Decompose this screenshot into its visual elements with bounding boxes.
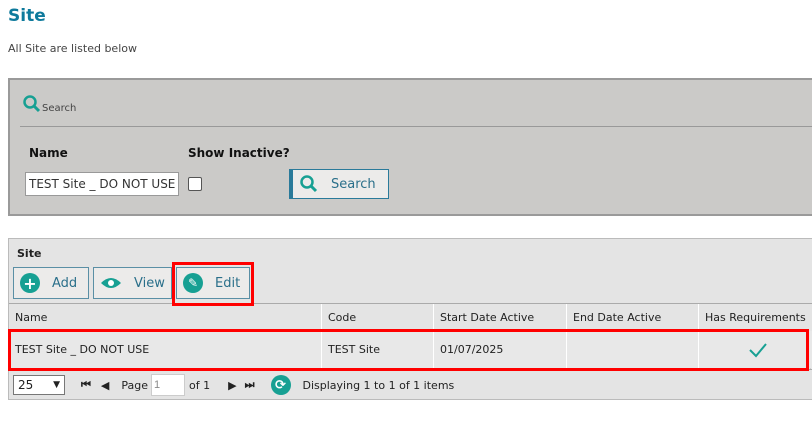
search-header: Search (22, 94, 76, 114)
prev-page-icon[interactable]: ◀ (101, 379, 109, 392)
next-page-icon[interactable]: ▶ (228, 379, 236, 392)
pager: 25 ▼ ⏮ ◀ Page of 1 ▶ ⏭ ⟳ Displaying 1 to … (9, 369, 812, 400)
search-button-label: Search (331, 176, 376, 192)
column-header-end-date[interactable]: End Date Active (566, 304, 698, 331)
pager-status: Displaying 1 to 1 of 1 items (302, 378, 455, 392)
page-input[interactable] (151, 374, 186, 396)
row-highlight (8, 329, 809, 371)
chevron-down-icon: ▼ (53, 380, 60, 390)
name-input[interactable] (25, 172, 179, 196)
column-header-start-date[interactable]: Start Date Active (433, 304, 566, 331)
edit-highlight (172, 262, 254, 306)
page-label: Page (121, 378, 149, 392)
first-page-icon[interactable]: ⏮ (81, 378, 91, 392)
column-header-has-requirements[interactable]: Has Requirements (698, 304, 810, 331)
name-label: Name (29, 146, 68, 160)
page-size-value: 25 (18, 378, 34, 392)
search-icon (300, 175, 318, 193)
search-button[interactable]: Search (289, 169, 389, 199)
site-grid: Site + Add View ✎ Edit Name Code Start Dat… (8, 238, 812, 400)
divider (20, 126, 812, 127)
view-button[interactable]: View (93, 267, 172, 299)
show-inactive-label: Show Inactive? (188, 146, 290, 160)
search-header-label: Search (42, 103, 77, 114)
eye-icon (101, 278, 121, 288)
search-panel: Search Name Show Inactive? Search (8, 78, 812, 216)
column-header-code[interactable]: Code (321, 304, 433, 331)
column-header-name[interactable]: Name (9, 304, 321, 331)
show-inactive-checkbox[interactable] (188, 177, 202, 191)
plus-icon: + (20, 273, 40, 293)
view-label: View (134, 275, 165, 291)
add-label: Add (52, 275, 78, 291)
last-page-icon[interactable]: ⏭ (245, 378, 255, 392)
page-subtitle: All Site are listed below (8, 42, 137, 55)
add-button[interactable]: + Add (13, 267, 89, 299)
page-size-select[interactable]: 25 ▼ (13, 375, 65, 395)
grid-title: Site (17, 247, 42, 260)
grid-header: Name Code Start Date Active End Date Act… (9, 303, 812, 331)
page-title: Site (8, 6, 46, 26)
page-count: of 1 (189, 378, 211, 392)
refresh-icon[interactable]: ⟳ (270, 375, 291, 395)
search-icon (23, 95, 41, 113)
